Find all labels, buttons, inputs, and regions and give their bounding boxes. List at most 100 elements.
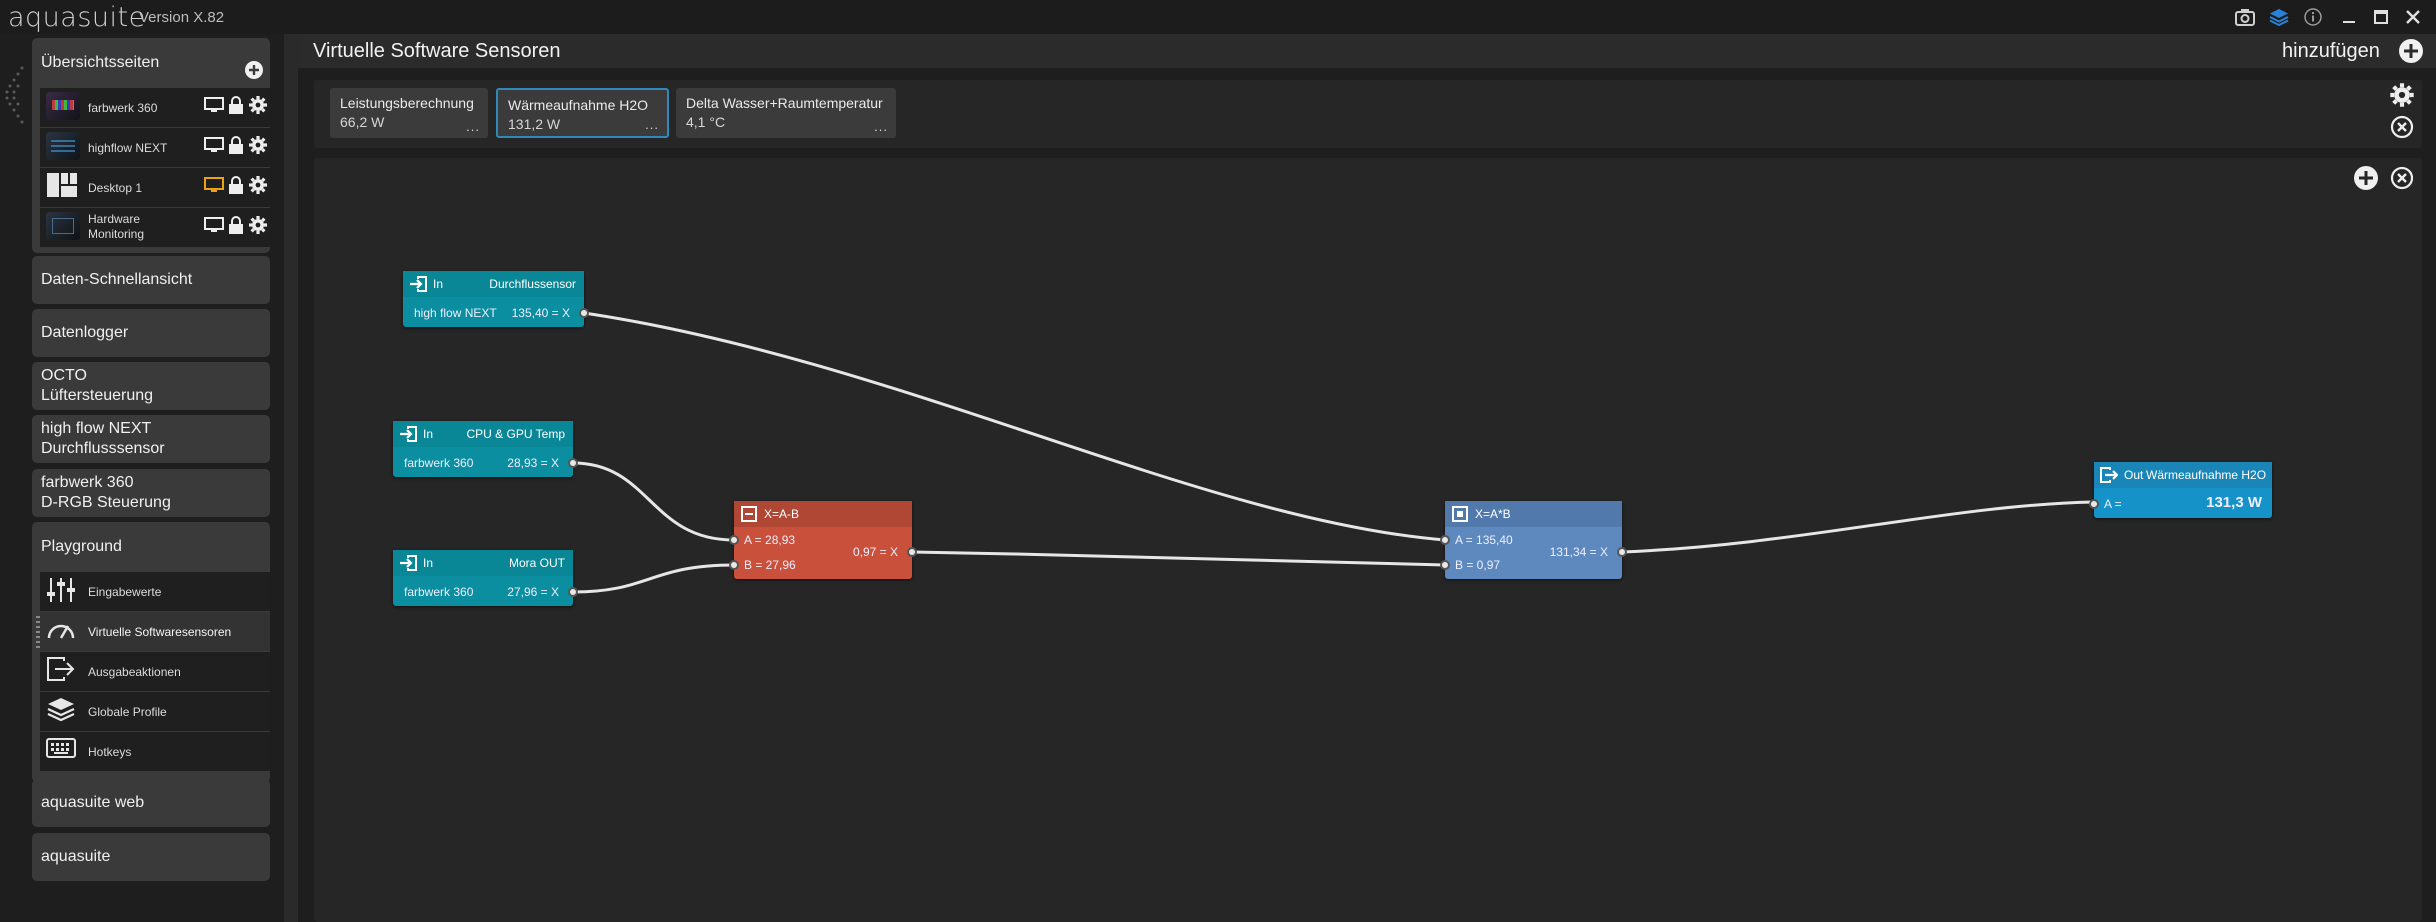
add-node-icon[interactable] [2353,165,2379,191]
sidebar-item-octo[interactable]: OCTO Lüftersteuerung [32,362,270,410]
layers-icon [46,696,78,726]
node-canvas[interactable] [314,158,2422,922]
keyboard-icon [46,736,78,766]
sidebar-scrollbar[interactable] [284,34,298,922]
sidebar-item-label: Virtuelle Softwaresensoren [88,625,232,639]
more-icon[interactable]: ... [874,119,888,134]
input-port-b[interactable] [1440,560,1450,570]
node-value: 27,96 = X [507,585,559,599]
overview-item-hardware-monitoring[interactable]: Hardware Monitoring [40,208,270,247]
monitor-icon[interactable] [204,176,224,194]
sensor-tab-delta-wasser[interactable]: Delta Wasser+Raumtemperatur 4,1 °C ... [676,88,896,138]
input-port-a[interactable] [1440,535,1450,545]
remove-sensor-icon[interactable] [2389,114,2415,145]
overview-title[interactable]: Übersichtsseiten [41,53,159,73]
lock-icon[interactable] [228,176,244,194]
overview-item-label-line1: Hardware [88,212,141,226]
minus-box-icon [740,505,758,523]
lock-icon[interactable] [228,136,244,154]
device-highflow-icon [46,132,80,162]
node-source-name: CPU & GPU Temp [466,427,565,441]
sensor-tab-name: Delta Wasser+Raumtemperatur [686,95,883,111]
sidebar-collapse-grip[interactable] [2,62,28,132]
camera-icon[interactable] [2232,4,2258,30]
info-icon[interactable] [2300,4,2326,30]
input-port-b[interactable] [729,560,739,570]
overview-item-farbwerk[interactable]: farbwerk 360 [40,88,270,127]
sidebar-item-ausgabeaktionen[interactable]: Ausgabeaktionen [40,652,270,691]
node-header: In Mora OUT [393,550,573,576]
gear-icon[interactable] [2389,82,2415,113]
playground-title[interactable]: Playground [41,537,122,557]
close-icon[interactable] [2400,4,2426,30]
node-output-value: 131,3 W [2206,494,2262,511]
add-overview-icon[interactable] [244,60,264,85]
node-device: high flow NEXT [414,306,497,320]
sensor-tab-leistungsberechnung[interactable]: Leistungsberechnung 66,2 W ... [330,88,488,138]
sidebar-item-label-line2: D-RGB Steuerung [41,494,171,511]
lock-icon[interactable] [228,96,244,114]
node-input-b: B = 27,96 [744,558,796,572]
more-icon[interactable]: ... [466,119,480,134]
sidebar-item-high-flow-next[interactable]: high flow NEXT Durchflusssensor [32,415,270,463]
monitor-icon[interactable] [204,96,224,114]
overview-item-highflow[interactable]: highflow NEXT [40,128,270,167]
gear-icon[interactable] [248,135,268,155]
subtract-node[interactable]: X=A-B A = 28,93 B = 27,96 0,97 = X [729,501,917,579]
clear-canvas-icon[interactable] [2389,165,2415,191]
minimize-icon[interactable] [2336,4,2362,30]
node-result: 131,34 = X [1549,545,1608,559]
node-result: 0,97 = X [852,545,898,559]
maximize-icon[interactable] [2368,4,2394,30]
sidebar-item-farbwerk-360[interactable]: farbwerk 360 D-RGB Steuerung [32,469,270,517]
add-sensor-label[interactable]: hinzufügen [2282,40,2380,63]
node-source-name: Durchflussensor [489,277,576,291]
gear-icon[interactable] [248,215,268,235]
sidebar-item-hotkeys[interactable]: Hotkeys [40,732,270,771]
sidebar-item-label-line1: high flow NEXT [41,420,152,437]
overview-item-desktop[interactable]: Desktop 1 [40,168,270,207]
layers-icon[interactable] [2266,4,2292,30]
multiply-node[interactable]: X=A*B A = 135,40 B = 0,97 131,34 = X [1440,501,1627,579]
lock-icon[interactable] [228,216,244,234]
sidebar-item-eingabewerte[interactable]: Eingabewerte [40,572,270,611]
sidebar-item-daten-schnellansicht[interactable]: Daten-Schnellansicht [32,256,270,304]
sensor-tab-value: 4,1 °C [686,114,726,130]
gear-icon[interactable] [248,175,268,195]
output-port[interactable] [907,547,917,557]
more-icon[interactable]: ... [645,117,659,132]
output-node-waermeaufnahme[interactable]: Out Wärmeaufnahme H2O A = 131,3 W [2089,462,2272,518]
sidebar-item-aquasuite-web[interactable]: aquasuite web [32,779,270,827]
node-target-name: Wärmeaufnahme H2O [2146,468,2267,482]
add-sensor-icon[interactable] [2398,38,2424,69]
overview-item-label: Desktop 1 [88,181,143,195]
output-port[interactable] [1617,547,1627,557]
node-input-a: A = 135,40 [1455,533,1513,547]
input-node-flow[interactable]: In Durchflussensor high flow NEXT 135,40… [403,271,589,327]
sidebar-item-label-line2: Lüftersteuerung [41,387,154,404]
input-node-mora-out[interactable]: In Mora OUT farbwerk 360 27,96 = X [393,550,578,606]
input-port-a[interactable] [729,535,739,545]
output-port[interactable] [568,458,578,468]
node-input-a: A = 28,93 [744,533,796,547]
output-port[interactable] [579,308,589,318]
sidebar-item-virtuelle-softwaresensoren[interactable]: Virtuelle Softwaresensoren [36,612,270,651]
sidebar-item-label-line1: OCTO [41,367,87,384]
gear-icon[interactable] [248,95,268,115]
monitor-icon[interactable] [204,216,224,234]
sidebar-item-datenlogger[interactable]: Datenlogger [32,309,270,357]
device-farbwerk-icon [46,92,80,122]
input-icon [399,425,417,443]
monitor-icon[interactable] [204,136,224,154]
input-icon [409,275,427,293]
node-input-a: A = [2104,497,2122,511]
sidebar-item-globale-profile[interactable]: Globale Profile [40,692,270,731]
input-port-a[interactable] [2089,499,2099,509]
node-value: 135,40 = X [511,306,570,320]
input-node-cpu-gpu[interactable]: In CPU & GPU Temp farbwerk 360 28,93 = X [393,421,578,477]
active-indicator [36,616,40,648]
sensor-tab-waermeaufnahme[interactable]: Wärmeaufnahme H2O 131,2 W ... [496,88,669,138]
sidebar-item-aquasuite[interactable]: aquasuite [32,833,270,881]
output-port[interactable] [568,587,578,597]
node-input-b: B = 0,97 [1455,558,1501,572]
